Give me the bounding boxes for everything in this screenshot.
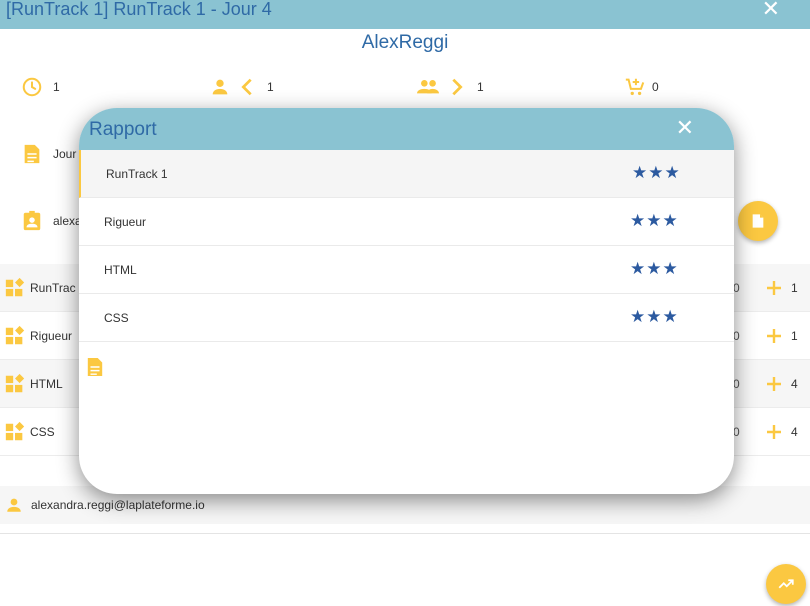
- report-row[interactable]: CSS ★★★: [79, 294, 734, 342]
- email-text: alexandra.reggi@laplateforme.io: [31, 498, 205, 512]
- stat-value: 0: [652, 80, 659, 94]
- user-label: alexa: [53, 214, 82, 228]
- skill-right-value: 0: [733, 376, 740, 391]
- job-row: Jour: [22, 143, 76, 165]
- plus-icon[interactable]: [765, 327, 783, 345]
- document-icon: [752, 214, 764, 228]
- skill-right-value: 0: [733, 280, 740, 295]
- report-row[interactable]: Rigueur ★★★: [79, 198, 734, 246]
- report-dialog: Rapport ✕ RunTrack 1 ★★★ Rigueur ★★★ HTM…: [79, 108, 734, 494]
- report-row-name: HTML: [104, 263, 137, 277]
- dialog-header: Rapport ✕: [79, 108, 734, 150]
- job-label: Jour: [53, 147, 77, 161]
- plus-icon[interactable]: [765, 279, 783, 297]
- stat-value: 1: [477, 80, 484, 94]
- skill-right-value: 0: [733, 424, 740, 439]
- stat-cart: 0: [624, 76, 659, 98]
- skill-right-value: 0: [733, 328, 740, 343]
- stat-followers: 1: [415, 76, 484, 98]
- stats-button[interactable]: [766, 564, 806, 604]
- skill-count: 4: [791, 376, 798, 391]
- report-row-name: Rigueur: [104, 215, 147, 229]
- widgets-icon: [5, 277, 25, 296]
- star-rating: ★★★: [630, 259, 679, 278]
- widgets-icon: [5, 373, 25, 392]
- skill-name: RunTrac: [30, 280, 76, 295]
- person-icon: [7, 498, 21, 512]
- chevron-left-icon[interactable]: [237, 76, 257, 98]
- report-button[interactable]: [738, 201, 778, 241]
- skill-count: 4: [791, 424, 798, 439]
- document-icon: [24, 144, 40, 164]
- widgets-icon: [5, 421, 25, 440]
- stat-value: 1: [267, 80, 274, 94]
- report-row-name: RunTrack 1: [106, 167, 168, 181]
- chevron-right-icon[interactable]: [447, 76, 467, 98]
- cart-add-icon: [625, 78, 645, 96]
- skill-count: 1: [791, 280, 798, 295]
- window-title: [RunTrack 1] RunTrack 1 - Jour 4: [6, 0, 272, 19]
- report-row[interactable]: HTML ★★★: [79, 246, 734, 294]
- person-icon: [212, 79, 228, 95]
- skill-name: CSS: [30, 424, 55, 439]
- stat-value: 1: [53, 80, 60, 94]
- document-icon[interactable]: [86, 356, 104, 378]
- skill-name: HTML: [30, 376, 63, 391]
- user-row: alexa: [22, 210, 82, 232]
- plus-icon[interactable]: [765, 423, 783, 441]
- trending-up-icon: [778, 579, 794, 589]
- star-rating: ★★★: [630, 211, 679, 230]
- report-row-name: CSS: [104, 311, 129, 325]
- star-rating: ★★★: [632, 163, 681, 182]
- skill-count: 1: [791, 328, 798, 343]
- group-icon: [417, 80, 439, 94]
- plus-icon[interactable]: [765, 375, 783, 393]
- close-dialog-button[interactable]: ✕: [676, 117, 694, 139]
- stat-clock: 1: [21, 76, 60, 98]
- stat-following: 1: [209, 76, 274, 98]
- widgets-icon: [5, 325, 25, 344]
- title-bar: [RunTrack 1] RunTrack 1 - Jour 4 ✕: [0, 0, 810, 29]
- skill-name: Rigueur: [30, 328, 73, 343]
- close-window-button[interactable]: ✕: [762, 0, 780, 20]
- dialog-title: Rapport: [89, 119, 157, 140]
- report-row[interactable]: RunTrack 1 ★★★: [79, 150, 734, 198]
- star-rating: ★★★: [630, 307, 679, 326]
- clock-icon: [22, 77, 42, 97]
- contact-badge-icon: [23, 210, 41, 231]
- divider: [0, 533, 810, 534]
- username-heading: AlexReggi: [361, 32, 449, 53]
